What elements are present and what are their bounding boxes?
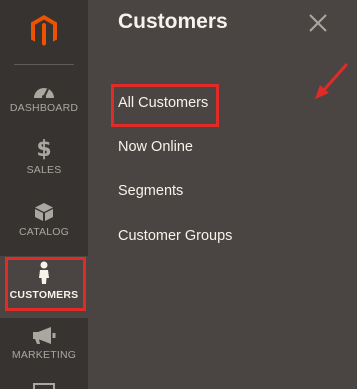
next-nav-icon-partial [33,383,55,389]
nav-item-catalog[interactable]: CATALOG [0,200,88,262]
speedometer-icon [0,83,88,99]
person-icon [0,261,88,285]
close-icon [309,14,327,32]
nav-item-dashboard[interactable]: DASHBOARD [0,78,88,140]
link-all-customers[interactable]: All Customers [118,95,208,111]
nav-label-catalog: CATALOG [18,226,70,238]
magento-logo-icon [31,15,57,46]
nav-label-sales: SALES [26,164,62,176]
logo-divider [14,64,74,65]
megaphone-icon [0,327,88,345]
nav-item-customers[interactable]: CUSTOMERS [0,256,88,318]
customers-flyout-menu: Customers All Customers Now Online Segme… [88,0,357,389]
box-icon [0,202,88,222]
dollar-icon: $ [36,137,52,162]
nav-item-marketing[interactable]: MARKETING [0,322,88,384]
flyout-title: Customers [118,10,228,33]
link-segments[interactable]: Segments [118,183,183,199]
nav-label-marketing: MARKETING [11,349,77,361]
nav-item-sales[interactable]: $ SALES [0,138,88,200]
link-customer-groups[interactable]: Customer Groups [118,228,232,244]
magento-logo[interactable] [0,0,88,62]
red-arrow-icon [306,60,357,110]
link-now-online[interactable]: Now Online [118,139,193,155]
nav-label-customers: CUSTOMERS [9,289,79,301]
close-button[interactable] [306,11,330,35]
admin-sidebar: DASHBOARD $ SALES CATALOG CUSTOMERS MARK… [0,0,88,389]
nav-label-dashboard: DASHBOARD [9,102,79,114]
